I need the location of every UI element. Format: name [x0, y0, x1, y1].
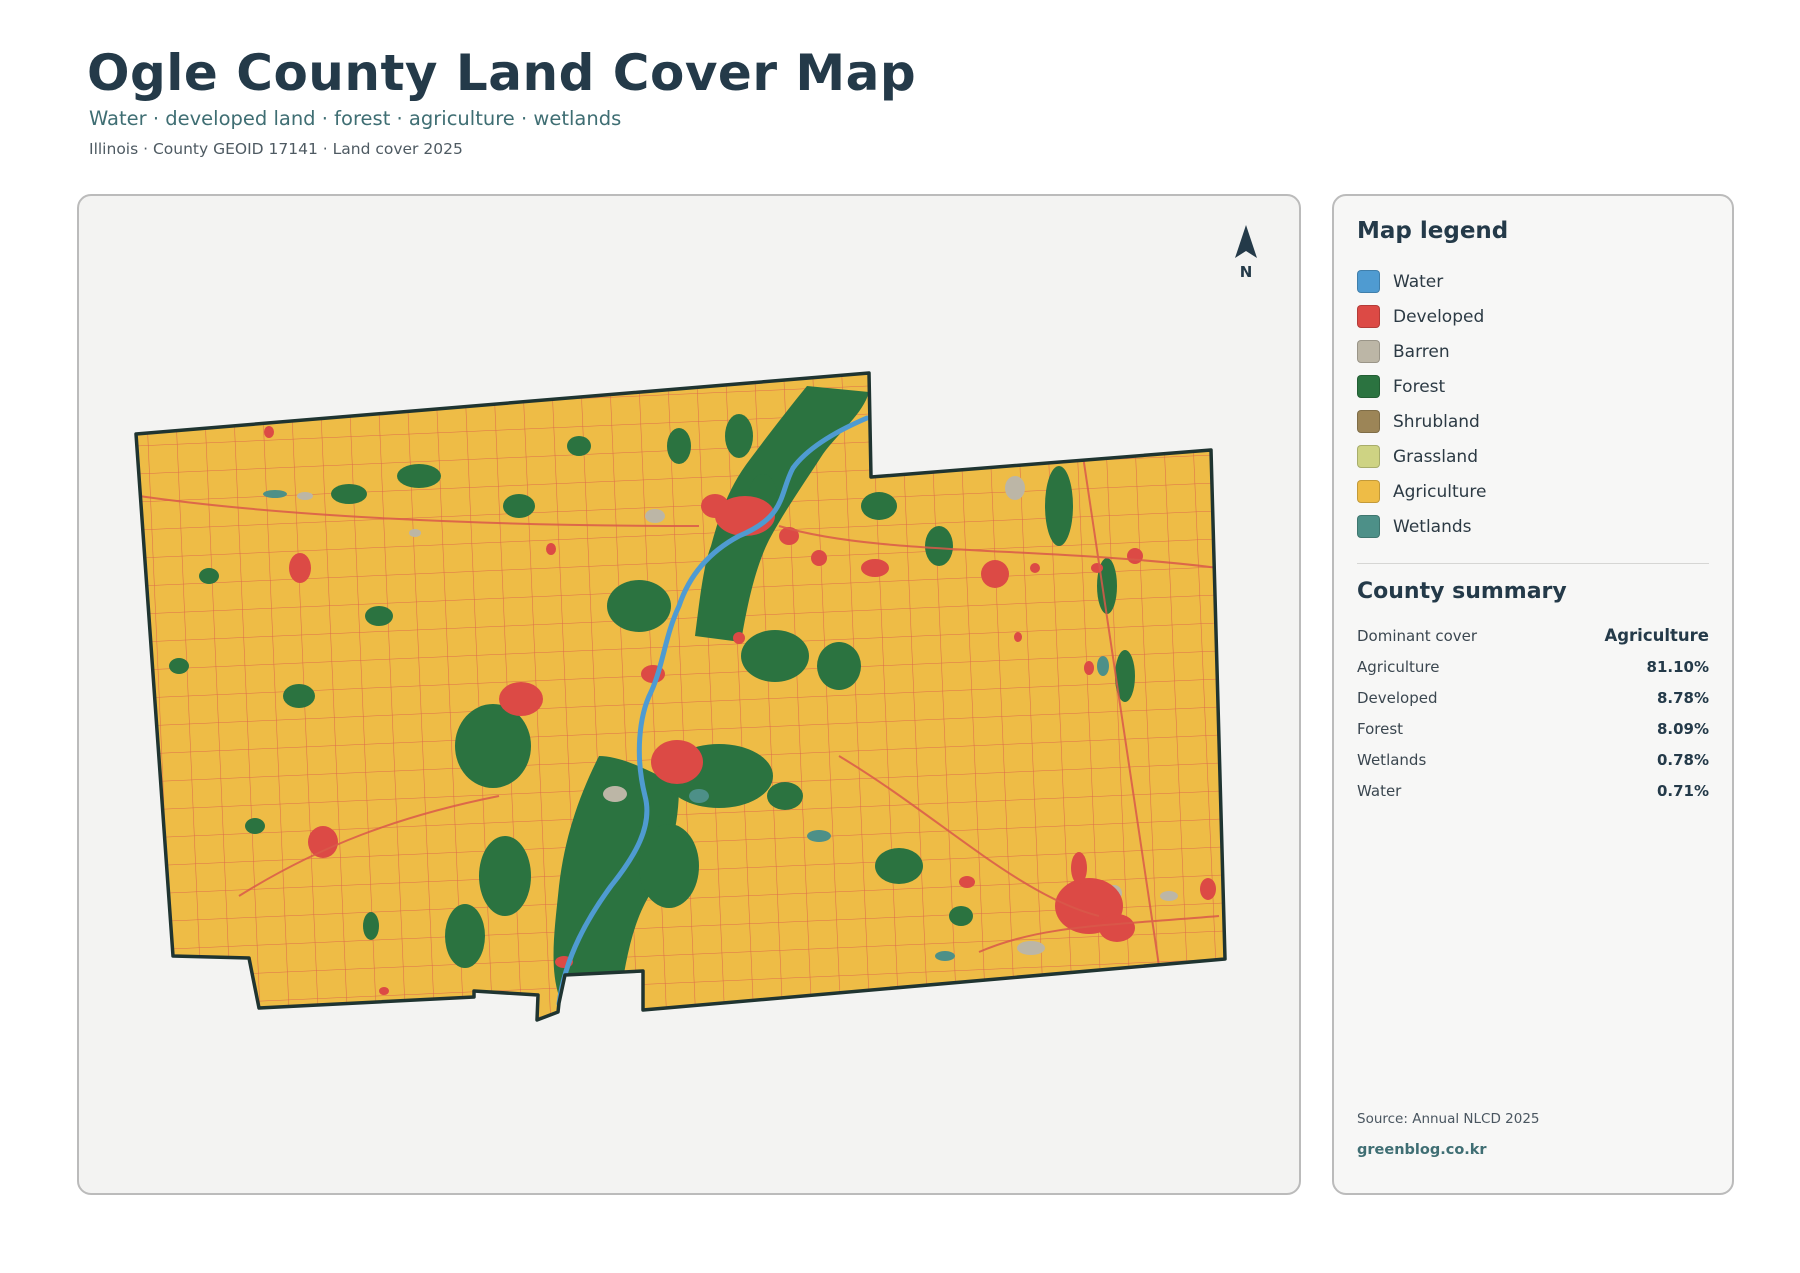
legend-label: Forest [1393, 376, 1446, 397]
north-arrow: N [1218, 224, 1274, 281]
legend-swatch [1357, 305, 1380, 328]
summary-value: 81.10% [1646, 657, 1709, 676]
summary-row-dominant: Dominant cover Agriculture [1357, 620, 1709, 651]
summary-row-agriculture: Agriculture 81.10% [1357, 651, 1709, 682]
legend-swatch [1357, 480, 1380, 503]
legend-label: Grassland [1393, 446, 1478, 467]
legend-label: Agriculture [1393, 481, 1487, 502]
summary-value: 0.78% [1656, 750, 1709, 769]
legend-swatch [1357, 340, 1380, 363]
legend-list: Water Developed Barren Forest Shrubland … [1357, 264, 1487, 544]
page-title: Ogle County Land Cover Map [87, 44, 917, 102]
legend-item-grassland: Grassland [1357, 439, 1487, 474]
summary-title: County summary [1357, 579, 1567, 604]
summary-row-wetlands: Wetlands 0.78% [1357, 744, 1709, 775]
county-map[interactable] [79, 196, 1301, 1195]
legend-swatch [1357, 375, 1380, 398]
page-subtitle: Water · developed land · forest · agricu… [89, 107, 622, 130]
legend-label: Shrubland [1393, 411, 1480, 432]
legend-item-agriculture: Agriculture [1357, 474, 1487, 509]
site-credit[interactable]: greenblog.co.kr [1357, 1142, 1487, 1158]
summary-label: Wetlands [1357, 750, 1427, 769]
summary-value: 0.71% [1656, 781, 1709, 800]
legend-swatch [1357, 410, 1380, 433]
page-meta: Illinois · County GEOID 17141 · Land cov… [89, 140, 463, 158]
legend-item-shrubland: Shrubland [1357, 404, 1487, 439]
legend-swatch [1357, 270, 1380, 293]
legend-label: Water [1393, 271, 1444, 292]
summary-label: Developed [1357, 688, 1438, 707]
legend-title: Map legend [1357, 218, 1509, 244]
legend-item-water: Water [1357, 264, 1487, 299]
summary-row-forest: Forest 8.09% [1357, 713, 1709, 744]
legend-swatch [1357, 445, 1380, 468]
summary-table: Dominant cover Agriculture Agriculture 8… [1357, 620, 1709, 806]
side-panel: Map legend Water Developed Barren Forest… [1332, 194, 1734, 1195]
summary-value: Agriculture [1604, 626, 1709, 645]
summary-value: 8.78% [1656, 688, 1709, 707]
legend-label: Barren [1393, 341, 1450, 362]
north-arrow-icon [1235, 225, 1257, 258]
summary-label: Agriculture [1357, 657, 1440, 676]
summary-label: Water [1357, 781, 1402, 800]
summary-row-developed: Developed 8.78% [1357, 682, 1709, 713]
source-note: Source: Annual NLCD 2025 [1357, 1111, 1540, 1127]
summary-label: Dominant cover [1357, 626, 1478, 645]
legend-item-developed: Developed [1357, 299, 1487, 334]
legend-swatch [1357, 515, 1380, 538]
summary-label: Forest [1357, 719, 1404, 738]
legend-item-forest: Forest [1357, 369, 1487, 404]
legend-label: Wetlands [1393, 516, 1472, 537]
map-panel[interactable] [77, 194, 1301, 1195]
summary-value: 8.09% [1656, 719, 1709, 738]
summary-row-water: Water 0.71% [1357, 775, 1709, 806]
legend-label: Developed [1393, 306, 1485, 327]
legend-item-barren: Barren [1357, 334, 1487, 369]
legend-item-wetlands: Wetlands [1357, 509, 1487, 544]
north-label: N [1239, 263, 1253, 281]
panel-divider [1357, 563, 1709, 564]
